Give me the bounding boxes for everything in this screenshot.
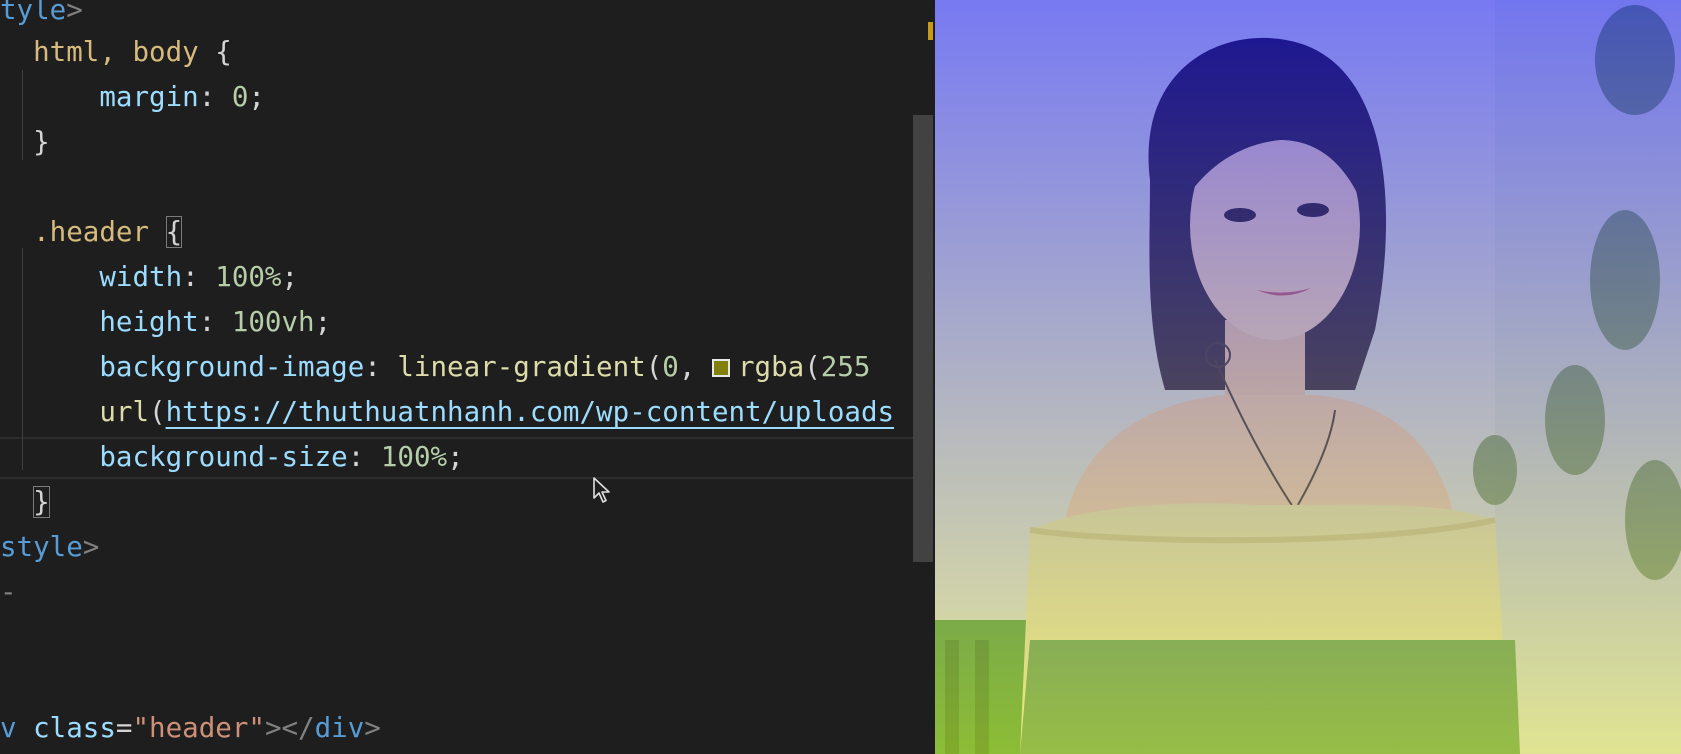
code-token: 100vh (231, 306, 315, 338)
code-line[interactable]: v class="header"></div> (0, 706, 381, 751)
code-token: : (347, 441, 381, 473)
code-token: = (115, 712, 133, 744)
code-line[interactable]: - (0, 570, 17, 615)
code-token: html, body (33, 36, 199, 68)
code-token: 0 (231, 81, 249, 113)
code-line[interactable]: width: 100%; (0, 255, 298, 300)
code-token: } (33, 126, 50, 158)
code-line[interactable]: html, body { (0, 30, 232, 75)
code-token: url (99, 396, 150, 428)
code-line[interactable]: background-image: linear-gradient(0, rgb… (0, 345, 870, 390)
code-token: : (198, 81, 232, 113)
code-token: .header (33, 216, 150, 248)
code-token: v (0, 712, 17, 744)
code-token: ( (645, 351, 663, 383)
code-token: div (314, 712, 365, 744)
code-token: 100% (215, 261, 282, 293)
code-line[interactable]: height: 100vh; (0, 300, 331, 345)
code-token: ; (447, 441, 464, 473)
code-token: 100% (380, 441, 448, 473)
code-token: ( (149, 396, 166, 428)
code-token: style (0, 531, 83, 563)
code-token: ; (248, 81, 265, 113)
code-token: ( (804, 351, 821, 383)
color-swatch[interactable] (711, 359, 730, 377)
code-token: } (33, 486, 50, 518)
code-token: ; (281, 261, 299, 293)
code-link[interactable]: https://thuthuatnhanh.com/wp-content/upl… (166, 396, 894, 428)
code-token: { (198, 36, 232, 68)
code-line[interactable]: margin: 0; (0, 75, 265, 120)
code-token: , (678, 351, 712, 383)
code-token: height (99, 306, 199, 338)
code-token: : (364, 351, 398, 383)
code-token: ; (314, 306, 332, 338)
code-line[interactable]: style> (0, 525, 99, 570)
code-token: rgba (737, 351, 805, 383)
code-line[interactable]: } (0, 120, 50, 165)
code-line[interactable]: .header { (0, 210, 183, 255)
code-token: 0 (662, 351, 679, 383)
code-token: background-size (99, 441, 348, 473)
code-line[interactable]: background-size: 100%; (0, 435, 464, 480)
code-token: class (33, 712, 116, 744)
mouse-cursor-icon (593, 477, 610, 503)
vertical-scrollbar[interactable] (913, 115, 933, 562)
code-editor[interactable]: tyle> html, body { margin: 0; } .header … (0, 0, 933, 754)
code-token: { (165, 216, 183, 248)
overview-ruler-mark (928, 22, 933, 40)
code-token: : (198, 306, 232, 338)
browser-preview (935, 0, 1681, 754)
code-token: "header" (132, 712, 265, 744)
code-token: > (82, 531, 100, 563)
code-token: background-image (99, 351, 365, 383)
gradient-overlay (935, 0, 1681, 754)
code-token: : (182, 261, 216, 293)
code-line[interactable]: } (0, 480, 50, 525)
code-token: ></ (264, 712, 315, 744)
code-token: - (0, 576, 17, 608)
code-token: 255 (820, 351, 871, 383)
code-token: > (364, 712, 381, 744)
code-token: > (66, 0, 83, 26)
code-line[interactable]: tyle> (0, 0, 83, 33)
code-token: tyle (0, 0, 67, 26)
code-token: width (99, 261, 183, 293)
code-line[interactable]: url(https://thuthuatnhanh.com/wp-content… (0, 390, 894, 435)
code-token: linear-gradient (397, 351, 646, 383)
code-token: margin (99, 81, 199, 113)
